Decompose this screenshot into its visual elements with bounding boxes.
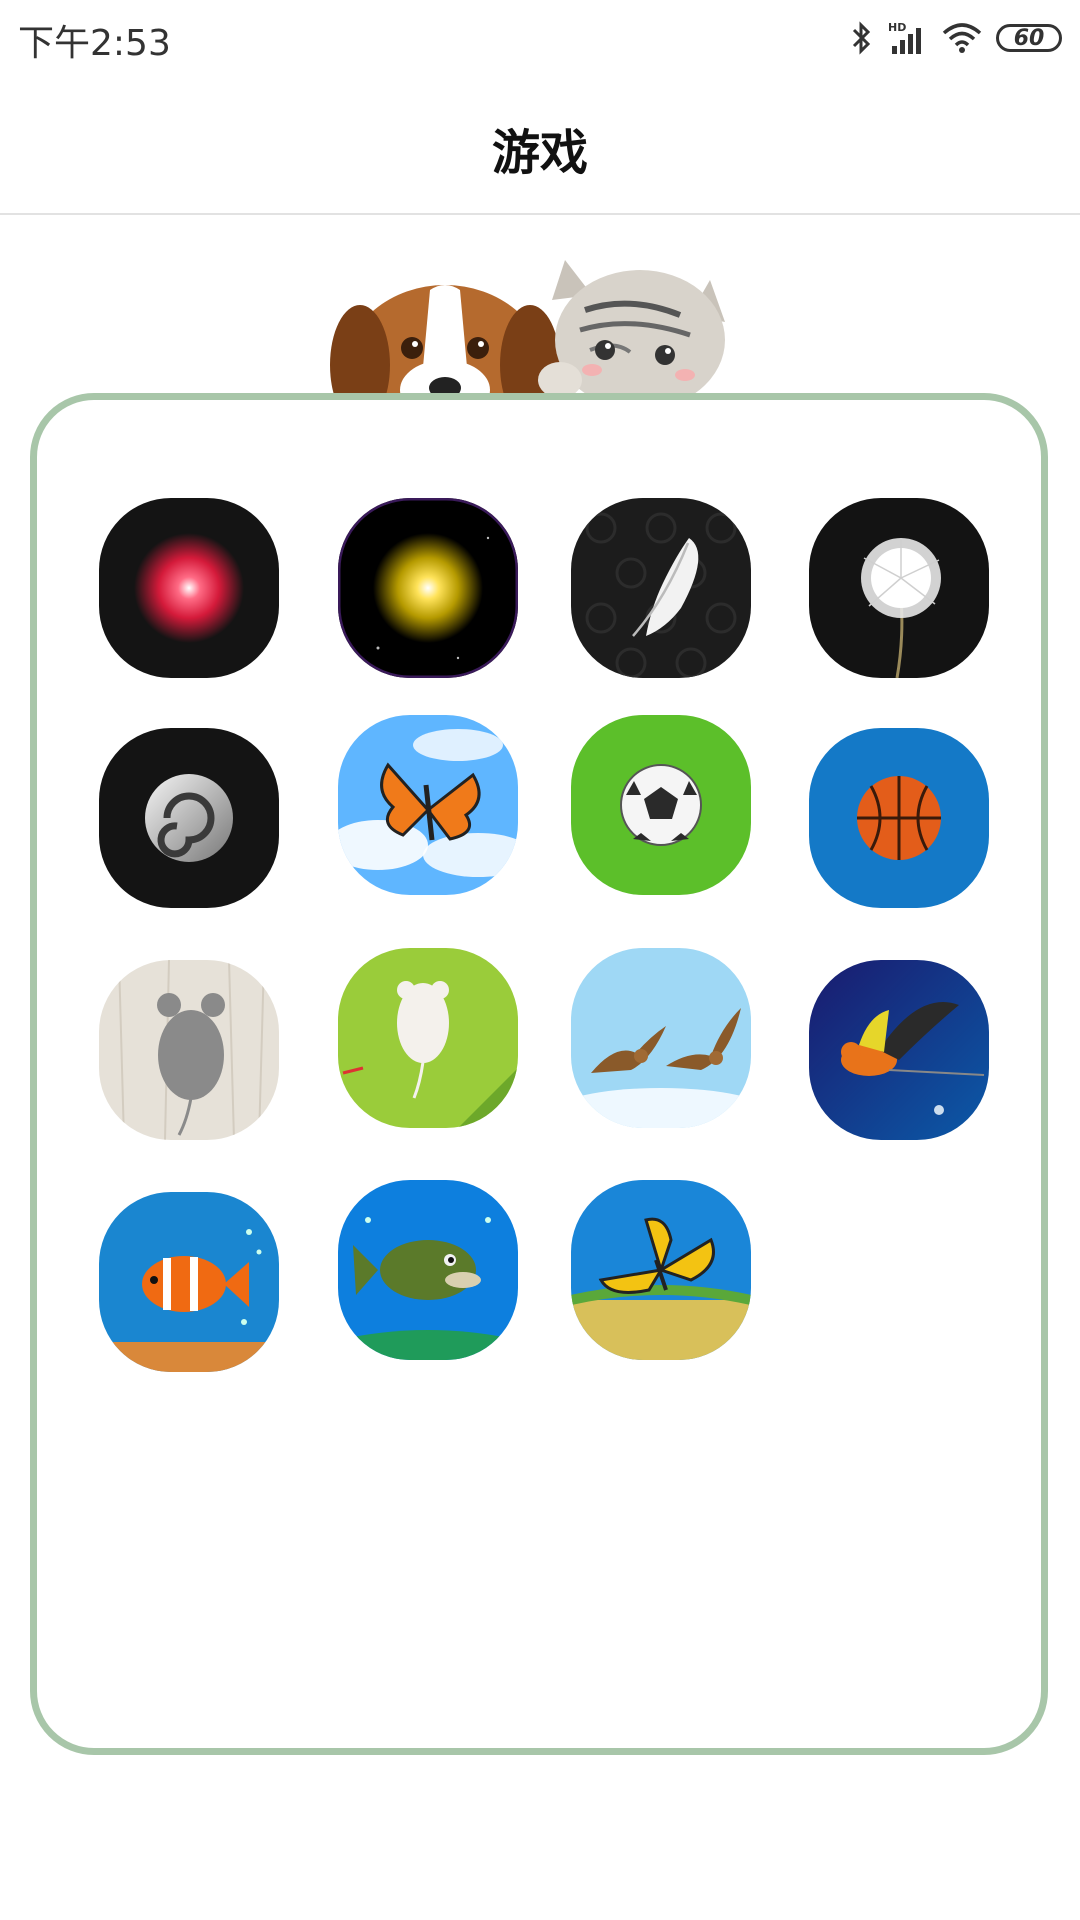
game-tile-soccer[interactable] [571,715,751,895]
game-tile-basketball[interactable] [809,728,989,908]
white-mouse-icon [338,948,518,1128]
yellow-light-dot-icon [338,498,518,678]
soccer-ball-icon [571,715,751,895]
clownfish-icon [99,1192,279,1372]
game-tile-red-light[interactable] [99,498,279,678]
status-bar: 下午2:53 HD 60 [0,0,1080,75]
dandelion-icon [809,498,989,678]
dog-image [330,285,560,400]
battery-level: 60 [1013,25,1045,51]
basketball-icon [809,728,989,908]
status-icons: HD 60 [850,16,1062,60]
cat-image [538,260,725,400]
dog-cat-illustration [330,240,750,400]
game-tile-parrot[interactable] [809,960,989,1140]
game-tile-clownfish[interactable] [99,1192,279,1372]
spiral-icon [99,728,279,908]
wifi-icon [942,23,982,53]
status-time: 下午2:53 [18,23,171,64]
sparrows-icon [571,948,751,1128]
feather-icon [571,498,751,678]
page-title: 游戏 [491,125,588,181]
game-tile-yellow-butterfly[interactable] [571,1180,751,1360]
game-tile-dandelion[interactable] [809,498,989,678]
red-light-dot-icon [99,498,279,678]
title-bar: 游戏 [0,75,1080,215]
game-tile-spiral[interactable] [99,728,279,908]
game-tile-white-mouse[interactable] [338,948,518,1128]
cellular-signal-icon: HD [888,21,921,54]
parrot-icon [809,960,989,1140]
game-tile-feather[interactable] [571,498,751,678]
gray-mouse-icon [99,960,279,1140]
games-panel [30,393,1048,1755]
butterfly-sky-icon [338,715,518,895]
game-tile-butterfly[interactable] [338,715,518,895]
game-tile-sparrows[interactable] [571,948,751,1128]
bluetooth-icon [852,21,871,55]
bass-fish-icon [338,1180,518,1360]
game-tile-yellow-light[interactable] [338,498,518,678]
battery-icon: 60 [996,24,1062,52]
svg-text:HD: HD [888,21,906,34]
game-tile-gray-mouse[interactable] [99,960,279,1140]
yellow-butterfly-icon [571,1180,751,1360]
game-tile-bass-fish[interactable] [338,1180,518,1360]
